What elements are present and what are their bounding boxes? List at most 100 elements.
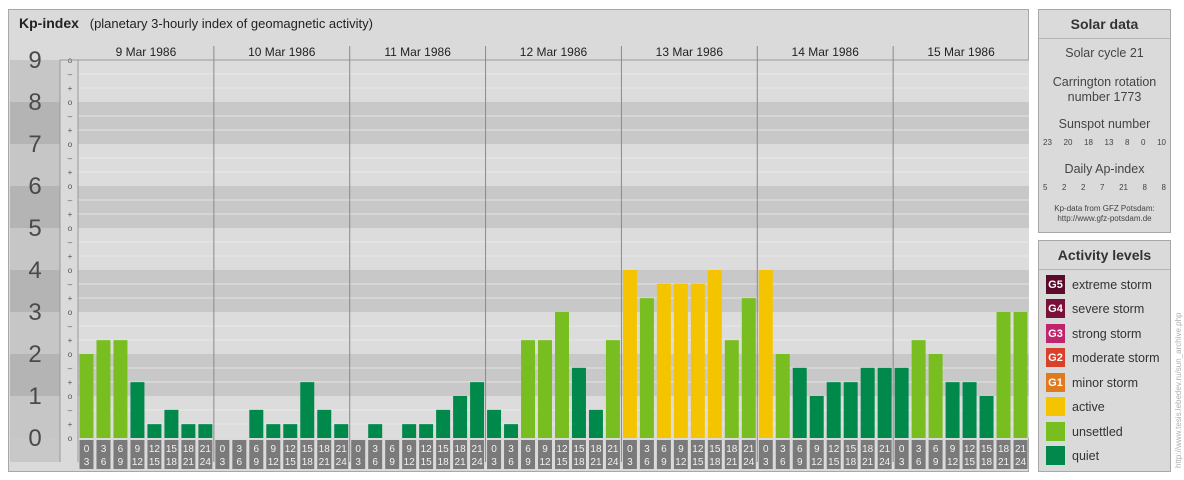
hour-start-label: 3 (780, 444, 786, 455)
hour-end-label: 3 (763, 457, 769, 468)
kp-bar (690, 283, 705, 438)
hour-end-label: 9 (525, 457, 531, 468)
hour-start-label: 3 (101, 444, 107, 455)
hour-start-label: 21 (1015, 444, 1027, 455)
ap-index-label: Daily Ap-index (1064, 162, 1145, 176)
hour-start-label: 9 (814, 444, 820, 455)
hour-end-label: 24 (1015, 457, 1027, 468)
hour-end-label: 24 (879, 457, 891, 468)
hour-end-label: 3 (491, 457, 497, 468)
hour-start-label: 12 (421, 444, 433, 455)
hour-start-label: 0 (899, 444, 905, 455)
minor-tick-mark: – (68, 280, 73, 289)
kp-band (78, 186, 1029, 228)
hour-start-label: 21 (200, 444, 212, 455)
y-tick-label: 9 (28, 47, 41, 74)
hour-start-label: 6 (933, 444, 939, 455)
minor-tick-mark: + (68, 252, 73, 261)
kp-chart: 0123456789o+o–+o–+o–+o–+o–+o–+o–+o–+o–9 … (10, 45, 1029, 469)
legend-swatch (1046, 446, 1065, 465)
hour-start-label: 3 (916, 444, 922, 455)
kp-bar (758, 270, 773, 438)
y-tick-label: 2 (28, 341, 41, 368)
hour-start-label: 9 (271, 444, 277, 455)
hour-start-label: 9 (406, 444, 412, 455)
kp-bar (673, 283, 688, 438)
hour-end-label: 6 (237, 457, 243, 468)
hour-start-label: 15 (981, 444, 993, 455)
kp-bar (843, 382, 858, 438)
hour-end-label: 9 (118, 457, 124, 468)
kp-chart-panel: Kp-index (planetary 3-hourly index of ge… (8, 9, 1029, 472)
hour-end-label: 3 (355, 457, 361, 468)
legend-item-strong-storm: G3 strong storm (1046, 324, 1141, 343)
hour-end-label: 3 (899, 457, 905, 468)
y-tick-label: 8 (28, 89, 41, 116)
kp-bar (979, 396, 994, 438)
minor-tick-mark: o (68, 392, 73, 401)
hour-end-label: 15 (828, 457, 840, 468)
hour-end-label: 6 (101, 457, 107, 468)
legend-swatch: G3 (1046, 324, 1065, 343)
legend-label: unsettled (1072, 424, 1123, 439)
sunspot-value: 10 (1157, 138, 1166, 147)
hour-start-label: 6 (661, 444, 667, 455)
sunspot-value: 8 (1125, 138, 1130, 147)
solar-data-panel: Solar data Solar cycle 21 Carrington rot… (1038, 9, 1171, 233)
kp-bar (826, 382, 841, 438)
hour-end-label: 6 (780, 457, 786, 468)
hour-end-label: 15 (964, 457, 976, 468)
y-tick-label: 3 (28, 299, 41, 326)
legend-label: minor storm (1072, 375, 1138, 390)
sunspot-value: 20 (1063, 138, 1073, 147)
hour-start-label: 15 (709, 444, 721, 455)
minor-tick-mark: + (68, 378, 73, 387)
ap-index-value: 2 (1062, 183, 1067, 192)
carrington-label: Carrington rotation (1052, 75, 1157, 89)
kp-bar (368, 424, 383, 438)
activity-levels-title: Activity levels (1039, 241, 1170, 270)
kp-bar (639, 298, 654, 438)
legend-swatch: G4 (1046, 299, 1065, 318)
hour-end-label: 12 (132, 457, 144, 468)
ap-index-value: 8 (1142, 183, 1147, 192)
kp-bar (266, 424, 281, 438)
hour-end-label: 18 (302, 457, 314, 468)
hour-end-label: 15 (285, 457, 297, 468)
hour-end-label: 9 (661, 457, 667, 468)
kp-bar (588, 409, 603, 438)
minor-tick-mark: + (68, 126, 73, 135)
minor-tick-mark: – (68, 154, 73, 163)
hour-start-label: 21 (472, 444, 484, 455)
hour-start-label: 12 (964, 444, 976, 455)
kp-bar (334, 424, 349, 438)
hour-end-label: 18 (981, 457, 993, 468)
hour-start-label: 15 (438, 444, 450, 455)
hour-start-label: 3 (237, 444, 243, 455)
kp-bar (656, 283, 671, 438)
kp-bar (860, 367, 875, 438)
hour-end-label: 6 (508, 457, 514, 468)
legend-label: strong storm (1072, 326, 1142, 341)
hour-end-label: 3 (220, 457, 226, 468)
kp-bar (249, 409, 264, 438)
hour-end-label: 9 (933, 457, 939, 468)
minor-tick-mark: o (68, 182, 73, 191)
kp-bar (300, 382, 315, 438)
minor-tick-mark: – (68, 406, 73, 415)
hour-end-label: 15 (421, 457, 433, 468)
solar-cycle: Solar cycle 21 (1065, 46, 1144, 60)
sunspot-label: Sunspot number (1058, 117, 1151, 131)
kp-bar (962, 382, 977, 438)
hour-start-label: 6 (389, 444, 395, 455)
hour-end-label: 21 (726, 457, 738, 468)
hour-start-label: 0 (763, 444, 769, 455)
minor-tick-mark: + (68, 84, 73, 93)
hour-start-label: 0 (84, 444, 90, 455)
kp-bar (504, 424, 519, 438)
y-tick-label: 6 (28, 173, 41, 200)
hour-end-label: 18 (709, 457, 721, 468)
carrington-number: number 1773 (1067, 90, 1142, 104)
hour-start-label: 3 (372, 444, 378, 455)
legend-item-quiet: quiet (1046, 446, 1099, 465)
